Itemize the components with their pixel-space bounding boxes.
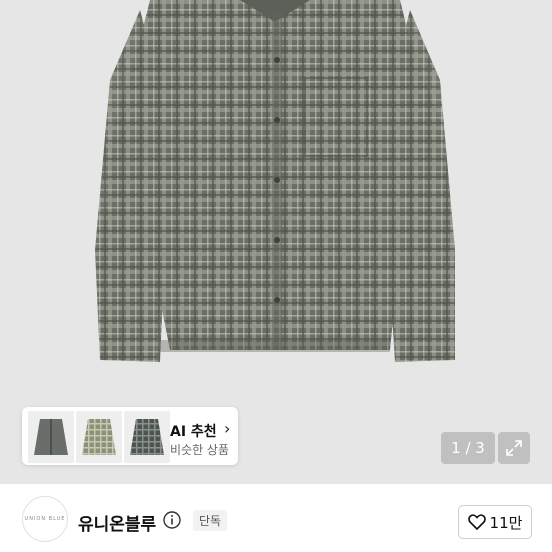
heart-icon: [467, 514, 486, 530]
ai-recommend-card[interactable]: AI 추천 › 비슷한 상품: [22, 407, 238, 465]
image-counter: 1 / 3: [441, 432, 495, 464]
info-icon[interactable]: [163, 511, 181, 529]
like-count: 11만: [489, 513, 523, 532]
store-avatar[interactable]: UNION BLUE: [22, 496, 68, 542]
thumbnail-3[interactable]: [124, 411, 170, 463]
like-button[interactable]: 11만: [458, 505, 532, 539]
chevron-right-icon: ›: [224, 419, 231, 438]
ai-recommend-title: AI 추천: [170, 424, 217, 440]
thumbnail-1[interactable]: [28, 411, 74, 463]
expand-button[interactable]: [498, 432, 530, 464]
store-name[interactable]: 유니온블루: [78, 510, 156, 535]
ai-recommend-subtitle: 비슷한 상품: [170, 443, 230, 457]
expand-icon: [506, 440, 522, 456]
exclusive-badge: 단독: [193, 510, 228, 531]
store-logo-text: UNION BLUE: [24, 516, 66, 522]
thumbnail-2[interactable]: [76, 411, 122, 463]
